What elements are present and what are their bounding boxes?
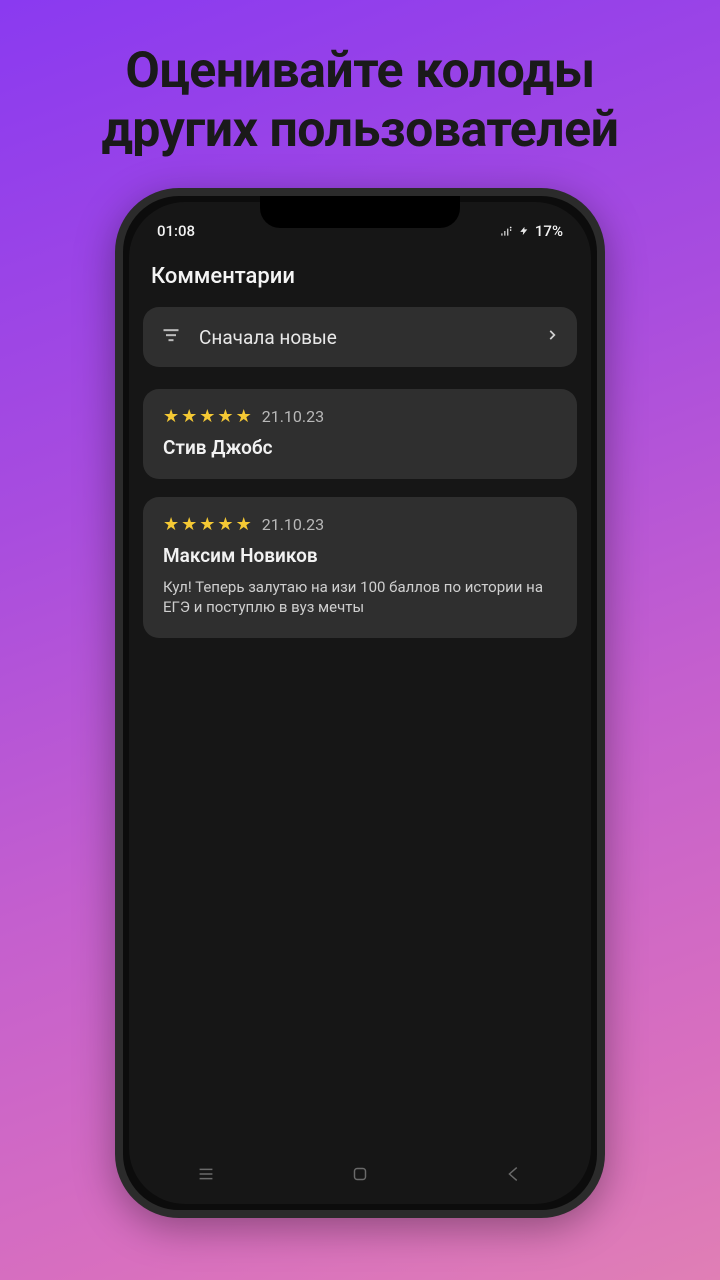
filter-icon [161,325,181,349]
hero-line-1: Оценивайте колоды [125,42,594,100]
star-icon: ★ [181,408,197,426]
status-time: 01:08 [157,222,195,240]
chevron-right-icon [545,325,559,349]
rating-row: ★ ★ ★ ★ ★ 21.10.23 [163,407,557,426]
star-icon: ★ [199,408,215,426]
hero-title: Оценивайте колоды других пользователей [102,42,619,160]
phone-screen: 01:08 17% [129,202,591,1204]
rating-row: ★ ★ ★ ★ ★ 21.10.23 [163,515,557,534]
comment-date: 21.10.23 [262,515,324,534]
content-area: Сначала новые ★ ★ ★ ★ [129,307,591,1204]
sort-dropdown[interactable]: Сначала новые [143,307,577,367]
sort-label: Сначала новые [199,326,545,349]
nav-back-icon[interactable] [503,1163,525,1185]
hero-line-2: других пользователей [102,101,619,159]
phone-frame: 01:08 17% [115,188,605,1218]
phone-notch [260,196,460,228]
star-icon: ★ [217,516,233,534]
android-nav-bar [129,1154,591,1194]
screen-title: Комментарии [129,254,591,307]
comment-author: Максим Новиков [163,544,557,567]
promo-background: Оценивайте колоды других пользователей 0… [0,0,720,1280]
comment-body: Кул! Теперь залутаю на изи 100 баллов по… [163,577,557,618]
star-icon: ★ [181,516,197,534]
star-icon: ★ [236,516,252,534]
comment-card[interactable]: ★ ★ ★ ★ ★ 21.10.23 Стив Джобс [143,389,577,479]
star-rating: ★ ★ ★ ★ ★ [163,516,252,534]
star-icon: ★ [236,408,252,426]
nav-recent-icon[interactable] [195,1163,217,1185]
signal-icon [499,224,513,238]
star-icon: ★ [163,408,179,426]
battery-percent: 17% [535,222,563,240]
star-icon: ★ [163,516,179,534]
charging-icon [519,224,529,238]
comment-card[interactable]: ★ ★ ★ ★ ★ 21.10.23 Максим Новиков Кул! Т… [143,497,577,638]
nav-home-icon[interactable] [349,1163,371,1185]
comment-date: 21.10.23 [262,407,324,426]
star-rating: ★ ★ ★ ★ ★ [163,408,252,426]
status-right-cluster: 17% [499,222,563,240]
star-icon: ★ [199,516,215,534]
star-icon: ★ [217,408,233,426]
comment-author: Стив Джобс [163,436,557,459]
